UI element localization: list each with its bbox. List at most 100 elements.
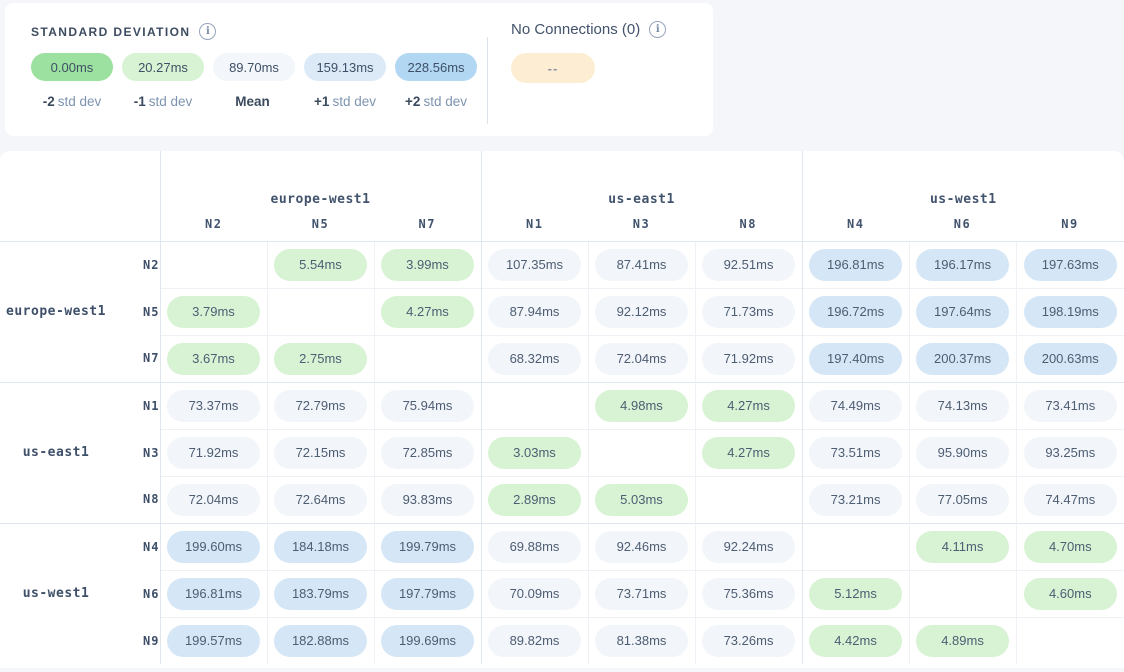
latency-pill[interactable]: 4.42ms — [809, 625, 902, 657]
latency-cell[interactable]: 74.47ms — [1016, 476, 1124, 523]
latency-cell[interactable]: 73.21ms — [802, 476, 909, 523]
latency-cell[interactable]: 197.79ms — [374, 570, 481, 617]
latency-cell[interactable]: 199.57ms — [160, 617, 267, 664]
latency-cell[interactable]: 199.79ms — [374, 523, 481, 570]
latency-pill[interactable]: 197.64ms — [916, 296, 1009, 328]
latency-cell[interactable]: 92.12ms — [588, 288, 695, 335]
latency-cell[interactable]: 72.64ms — [267, 476, 374, 523]
latency-pill[interactable]: 3.03ms — [488, 437, 581, 469]
latency-pill[interactable]: 199.57ms — [167, 625, 260, 657]
latency-cell[interactable]: 87.41ms — [588, 241, 695, 288]
latency-pill[interactable]: 2.89ms — [488, 484, 581, 516]
latency-pill[interactable]: 73.41ms — [1024, 390, 1117, 422]
latency-pill[interactable]: 182.88ms — [274, 625, 367, 657]
latency-pill[interactable]: 73.71ms — [595, 578, 688, 610]
latency-pill[interactable]: 73.26ms — [702, 625, 795, 657]
latency-pill[interactable]: 92.51ms — [702, 249, 795, 281]
latency-cell[interactable]: 197.64ms — [909, 288, 1016, 335]
latency-pill[interactable]: 3.79ms — [167, 296, 260, 328]
latency-pill[interactable]: 73.51ms — [809, 437, 902, 469]
latency-cell[interactable]: 75.94ms — [374, 382, 481, 429]
latency-pill[interactable]: 199.60ms — [167, 531, 260, 563]
latency-cell[interactable]: 4.42ms — [802, 617, 909, 664]
latency-cell[interactable]: 72.15ms — [267, 429, 374, 476]
latency-cell[interactable]: 197.63ms — [1016, 241, 1124, 288]
latency-cell[interactable]: 196.72ms — [802, 288, 909, 335]
latency-cell[interactable]: 95.90ms — [909, 429, 1016, 476]
latency-pill[interactable]: 196.72ms — [809, 296, 902, 328]
latency-pill[interactable]: 74.13ms — [916, 390, 1009, 422]
latency-cell[interactable]: 5.54ms — [267, 241, 374, 288]
latency-pill[interactable]: 71.73ms — [702, 296, 795, 328]
latency-cell[interactable]: 89.82ms — [481, 617, 588, 664]
latency-cell[interactable]: 4.89ms — [909, 617, 1016, 664]
latency-pill[interactable]: 71.92ms — [702, 343, 795, 375]
latency-cell[interactable]: 70.09ms — [481, 570, 588, 617]
latency-pill[interactable]: 72.15ms — [274, 437, 367, 469]
latency-cell[interactable]: 74.13ms — [909, 382, 1016, 429]
latency-pill[interactable]: 77.05ms — [916, 484, 1009, 516]
latency-pill[interactable]: 184.18ms — [274, 531, 367, 563]
latency-pill[interactable]: 72.04ms — [167, 484, 260, 516]
latency-pill[interactable]: 197.40ms — [809, 343, 902, 375]
latency-pill[interactable]: 72.79ms — [274, 390, 367, 422]
latency-cell[interactable]: 75.36ms — [695, 570, 802, 617]
latency-pill[interactable]: 199.79ms — [381, 531, 474, 563]
latency-cell[interactable]: 71.73ms — [695, 288, 802, 335]
latency-pill[interactable]: 196.81ms — [167, 578, 260, 610]
latency-pill[interactable]: 73.37ms — [167, 390, 260, 422]
latency-pill[interactable]: 72.85ms — [381, 437, 474, 469]
latency-cell[interactable]: 107.35ms — [481, 241, 588, 288]
latency-pill[interactable]: 200.63ms — [1024, 343, 1117, 375]
latency-pill[interactable]: 75.94ms — [381, 390, 474, 422]
latency-cell[interactable]: 2.89ms — [481, 476, 588, 523]
latency-cell[interactable]: 92.51ms — [695, 241, 802, 288]
latency-pill[interactable]: 93.83ms — [381, 484, 474, 516]
latency-cell[interactable]: 81.38ms — [588, 617, 695, 664]
info-icon[interactable]: i — [199, 23, 216, 40]
latency-pill[interactable]: 200.37ms — [916, 343, 1009, 375]
latency-cell[interactable]: 5.03ms — [588, 476, 695, 523]
latency-pill[interactable]: 92.12ms — [595, 296, 688, 328]
latency-cell[interactable]: 184.18ms — [267, 523, 374, 570]
latency-pill[interactable]: 3.99ms — [381, 249, 474, 281]
latency-pill[interactable]: 4.98ms — [595, 390, 688, 422]
latency-cell[interactable]: 92.46ms — [588, 523, 695, 570]
latency-cell[interactable]: 71.92ms — [160, 429, 267, 476]
latency-cell[interactable]: 5.12ms — [802, 570, 909, 617]
latency-cell[interactable]: 74.49ms — [802, 382, 909, 429]
latency-cell[interactable]: 200.37ms — [909, 335, 1016, 382]
latency-pill[interactable]: 73.21ms — [809, 484, 902, 516]
latency-cell[interactable]: 73.26ms — [695, 617, 802, 664]
latency-cell[interactable]: 4.27ms — [695, 382, 802, 429]
latency-pill[interactable]: 5.12ms — [809, 578, 902, 610]
latency-cell[interactable]: 197.40ms — [802, 335, 909, 382]
latency-cell[interactable]: 73.41ms — [1016, 382, 1124, 429]
latency-cell[interactable]: 4.27ms — [374, 288, 481, 335]
latency-pill[interactable]: 4.89ms — [916, 625, 1009, 657]
latency-cell[interactable]: 72.79ms — [267, 382, 374, 429]
latency-pill[interactable]: 92.46ms — [595, 531, 688, 563]
latency-cell[interactable]: 200.63ms — [1016, 335, 1124, 382]
latency-cell[interactable]: 182.88ms — [267, 617, 374, 664]
latency-pill[interactable]: 72.64ms — [274, 484, 367, 516]
latency-pill[interactable]: 198.19ms — [1024, 296, 1117, 328]
latency-cell[interactable]: 92.24ms — [695, 523, 802, 570]
latency-cell[interactable]: 73.37ms — [160, 382, 267, 429]
latency-pill[interactable]: 5.03ms — [595, 484, 688, 516]
latency-cell[interactable]: 3.99ms — [374, 241, 481, 288]
latency-cell[interactable]: 3.79ms — [160, 288, 267, 335]
latency-cell[interactable]: 4.70ms — [1016, 523, 1124, 570]
latency-pill[interactable]: 4.60ms — [1024, 578, 1117, 610]
latency-pill[interactable]: 81.38ms — [595, 625, 688, 657]
latency-cell[interactable]: 3.03ms — [481, 429, 588, 476]
latency-cell[interactable]: 4.27ms — [695, 429, 802, 476]
latency-pill[interactable]: 69.88ms — [488, 531, 581, 563]
latency-pill[interactable]: 197.79ms — [381, 578, 474, 610]
latency-cell[interactable]: 2.75ms — [267, 335, 374, 382]
latency-pill[interactable]: 4.11ms — [916, 531, 1009, 563]
latency-pill[interactable]: 74.49ms — [809, 390, 902, 422]
latency-cell[interactable]: 196.81ms — [160, 570, 267, 617]
latency-pill[interactable]: 4.27ms — [702, 390, 795, 422]
latency-pill[interactable]: 92.24ms — [702, 531, 795, 563]
